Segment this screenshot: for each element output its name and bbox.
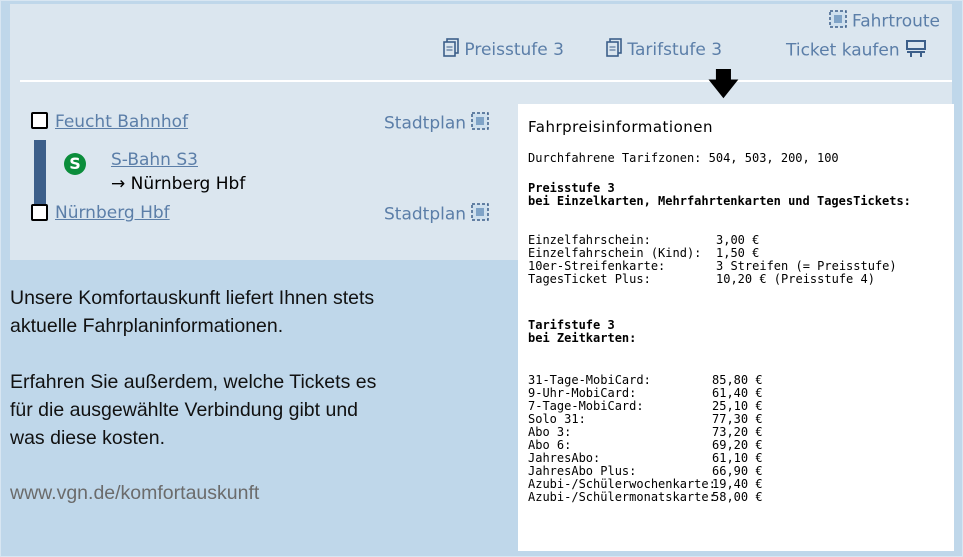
start-stop-link[interactable]: Feucht Bahnhof — [55, 112, 188, 132]
preisstufe-link[interactable]: Preisstufe 3 — [443, 38, 564, 62]
end-stop-link[interactable]: Nürnberg Hbf — [55, 203, 170, 223]
zeit-price-value: 58,00 € — [712, 490, 763, 504]
document-icon — [443, 38, 459, 62]
s-bahn-logo-icon: S — [64, 153, 86, 175]
ticket-kaufen-link[interactable]: Ticket kaufen — [786, 38, 927, 63]
intro-line: Unsere Komfortauskunft liefert Ihnen ste… — [10, 287, 375, 309]
fahrtroute-label: Fahrtroute — [852, 11, 940, 32]
tarifstufe-link[interactable]: Tarifstufe 3 — [606, 38, 722, 62]
intro-line: aktuelle Fahrplaninformationen. — [10, 315, 284, 337]
tarifzonen-text: Durchfahrene Tarifzonen: 504, 503, 200, … — [528, 151, 839, 165]
tarifstufe-label: Tarifstufe 3 — [627, 40, 723, 60]
shopping-cart-icon — [905, 38, 927, 63]
fahrtroute-link[interactable]: Fahrtroute — [828, 10, 940, 33]
header-divider — [20, 80, 952, 82]
popup-title: Fahrpreisinformationen — [528, 118, 713, 136]
ticket-kaufen-label: Ticket kaufen — [786, 40, 900, 61]
map-icon — [471, 203, 490, 226]
einzel-price-name: TagesTicket Plus: — [528, 272, 651, 286]
s-bahn-line-link[interactable]: S-Bahn S3 — [111, 150, 198, 170]
einzel-price-value: 10,20 € (Preisstufe 4) — [716, 272, 875, 286]
stadtplan-link-end[interactable]: Stadtplan — [384, 203, 490, 226]
tickets-line: Erfahren Sie außerdem, welche Tickets es — [10, 371, 377, 393]
stop-marker-start — [31, 112, 48, 129]
map-icon — [828, 10, 847, 33]
down-arrow-icon: 🡇 — [708, 67, 739, 102]
fare-info-popup: Fahrpreisinformationen Durchfahrene Tari… — [518, 104, 954, 551]
tarifstufe-subheading: bei Zeitkarten: — [528, 331, 637, 345]
route-line-bar — [34, 140, 46, 214]
document-icon — [606, 38, 622, 62]
map-icon — [471, 112, 490, 135]
preisstufe-subheading: bei Einzelkarten, Mehrfahrtenkarten und … — [528, 194, 911, 208]
direction-text: → Nürnberg Hbf — [111, 174, 246, 194]
stadtplan-label: Stadtplan — [384, 113, 467, 134]
intro-paragraph: Unsere Komfortauskunft liefert Ihnen ste… — [10, 284, 374, 340]
komfortauskunft-url-link[interactable]: www.vgn.de/komfortauskunft — [10, 482, 259, 505]
zeit-price-name: Azubi-/Schülermonatskarte: — [528, 490, 716, 504]
preisstufe-label: Preisstufe 3 — [464, 40, 564, 60]
tickets-line: was diese kosten. — [10, 427, 166, 449]
stop-marker-end — [31, 204, 48, 221]
stadtplan-label: Stadtplan — [384, 204, 467, 225]
stadtplan-link-start[interactable]: Stadtplan — [384, 112, 490, 135]
tickets-paragraph: Erfahren Sie außerdem, welche Tickets es… — [10, 368, 376, 452]
tickets-line: für die ausgewählte Verbindung gibt und — [10, 399, 359, 421]
